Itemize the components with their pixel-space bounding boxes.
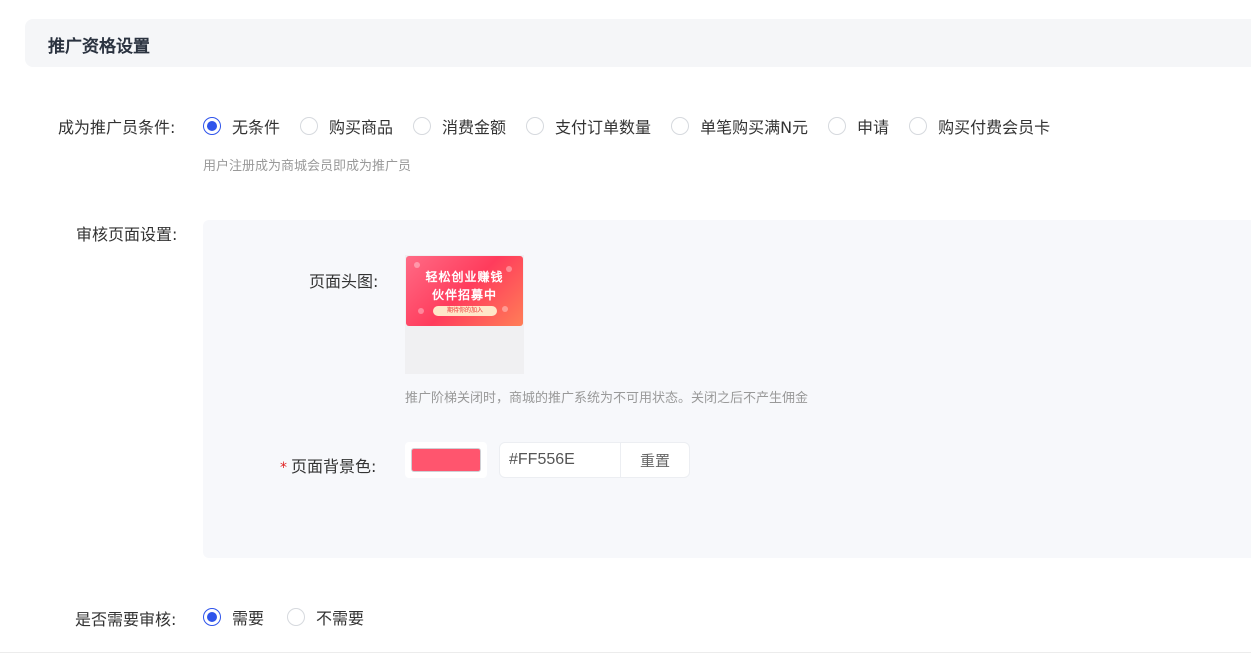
radio-option-need[interactable]: 需要	[203, 605, 264, 629]
radio-label: 不需要	[316, 609, 365, 628]
condition-label: 成为推广员条件:	[58, 118, 176, 137]
header-image-preview[interactable]: 轻松创业赚钱 伙伴招募中 期待你的加入	[406, 256, 523, 326]
radio-unchecked-icon	[909, 117, 928, 135]
banner-button: 期待你的加入	[433, 306, 497, 316]
radio-label: 需要	[232, 609, 265, 628]
radio-option-member-card[interactable]: 购买付费会员卡	[909, 114, 1050, 138]
radio-checked-icon	[203, 608, 221, 626]
radio-checked-icon	[203, 117, 221, 135]
section-header: 推广资格设置	[25, 19, 1251, 67]
radio-label: 支付订单数量	[555, 118, 652, 137]
banner-title: 轻松创业赚钱	[425, 270, 504, 284]
radio-unchecked-icon	[300, 117, 319, 135]
radio-option-no-need[interactable]: 不需要	[287, 605, 364, 629]
radio-unchecked-icon	[671, 117, 690, 135]
radio-label: 申请	[857, 118, 890, 137]
review-page-label: 审核页面设置:	[76, 225, 178, 244]
header-image-label: 页面头图:	[309, 272, 379, 291]
reset-button[interactable]: 重置	[620, 443, 689, 477]
color-input-group: 重置	[499, 442, 690, 478]
banner-decoration	[418, 308, 424, 314]
radio-option-spend-amount[interactable]: 消费金额	[413, 114, 506, 138]
radio-label: 无条件	[232, 118, 281, 137]
banner-subtitle: 伙伴招募中	[431, 288, 497, 302]
color-picker[interactable]	[405, 442, 487, 478]
need-review-radio-group: 需要 不需要	[203, 605, 384, 629]
section-title: 推广资格设置	[48, 37, 150, 57]
radio-option-apply[interactable]: 申请	[828, 114, 889, 138]
radio-label: 购买付费会员卡	[938, 118, 1051, 137]
bg-color-label: 页面背景色:	[291, 457, 377, 476]
radio-unchecked-icon	[413, 117, 432, 135]
color-swatch[interactable]	[411, 448, 481, 472]
radio-option-paid-order-count[interactable]: 支付订单数量	[526, 114, 651, 138]
radio-option-buy-goods[interactable]: 购买商品	[300, 114, 393, 138]
radio-label: 消费金额	[442, 118, 507, 137]
radio-unchecked-icon	[526, 117, 545, 135]
condition-hint: 用户注册成为商城会员即成为推广员	[203, 159, 412, 174]
required-mark: *	[280, 460, 287, 476]
banner-decoration	[502, 306, 508, 312]
bg-color-label-row: * 页面背景色:	[280, 453, 376, 477]
radio-option-unconditional[interactable]: 无条件	[203, 114, 280, 138]
need-review-label: 是否需要审核:	[75, 610, 177, 629]
color-hex-input[interactable]	[500, 443, 620, 477]
radio-unchecked-icon	[828, 117, 847, 135]
radio-label: 单笔购买满N元	[700, 118, 809, 137]
header-image-hint: 推广阶梯关闭时，商城的推广系统为不可用状态。关闭之后不产生佣金	[405, 391, 809, 406]
radio-unchecked-icon	[287, 608, 306, 626]
radio-label: 购买商品	[329, 118, 394, 137]
radio-option-single-purchase[interactable]: 单笔购买满N元	[671, 114, 808, 138]
condition-radio-group: 无条件 购买商品 消费金额 支付订单数量 单笔购买满N元 申请 购买付费会员卡	[203, 114, 1070, 138]
divider	[0, 652, 1251, 653]
